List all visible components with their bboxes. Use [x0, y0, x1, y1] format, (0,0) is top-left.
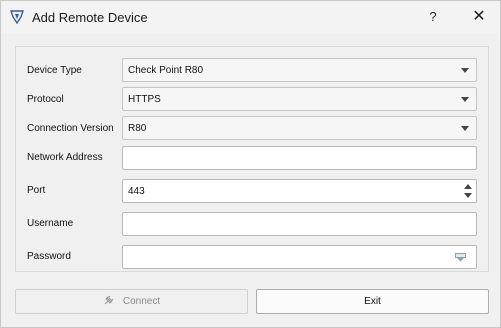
protocol-select[interactable]: HTTPS — [122, 87, 477, 111]
plug-icon — [104, 295, 114, 305]
connection-version-label: Connection Version — [27, 123, 114, 134]
chevron-down-icon — [461, 68, 469, 73]
device-type-value: Check Point R80 — [128, 65, 204, 76]
password-label: Password — [27, 251, 71, 262]
network-address-label: Network Address — [27, 152, 103, 163]
username-input[interactable] — [122, 212, 477, 236]
chevron-down-icon — [461, 126, 469, 131]
add-remote-device-dialog: Add Remote Device ? ✕ Device Type Check … — [0, 0, 501, 328]
connection-version-value: R80 — [128, 123, 147, 134]
port-value: 443 — [128, 186, 145, 197]
port-label: Port — [27, 185, 46, 196]
title-bar: Add Remote Device ? ✕ — [1, 1, 500, 33]
port-stepper[interactable] — [462, 181, 475, 201]
port-spinbox[interactable]: 443 — [122, 179, 477, 203]
spin-down-icon[interactable] — [464, 193, 472, 198]
connection-version-select[interactable]: R80 — [122, 116, 477, 140]
spin-up-icon[interactable] — [464, 184, 472, 189]
device-type-label: Device Type — [27, 65, 82, 76]
connect-label: Connect — [122, 296, 161, 307]
protocol-value: HTTPS — [128, 94, 161, 105]
network-address-input[interactable] — [122, 146, 477, 170]
window-title: Add Remote Device — [32, 10, 148, 25]
chevron-down-icon — [461, 97, 469, 102]
exit-button[interactable]: Exit — [256, 289, 489, 314]
app-logo-icon — [10, 10, 24, 25]
help-button[interactable]: ? — [421, 7, 445, 27]
device-type-select[interactable]: Check Point R80 — [122, 58, 477, 82]
username-label: Username — [27, 218, 74, 229]
password-input[interactable] — [122, 245, 477, 269]
protocol-label: Protocol — [27, 94, 64, 105]
exit-label: Exit — [364, 296, 381, 307]
connect-button[interactable]: Connect — [15, 289, 248, 314]
close-button[interactable]: ✕ — [466, 6, 492, 28]
show-password-icon[interactable] — [455, 253, 466, 262]
